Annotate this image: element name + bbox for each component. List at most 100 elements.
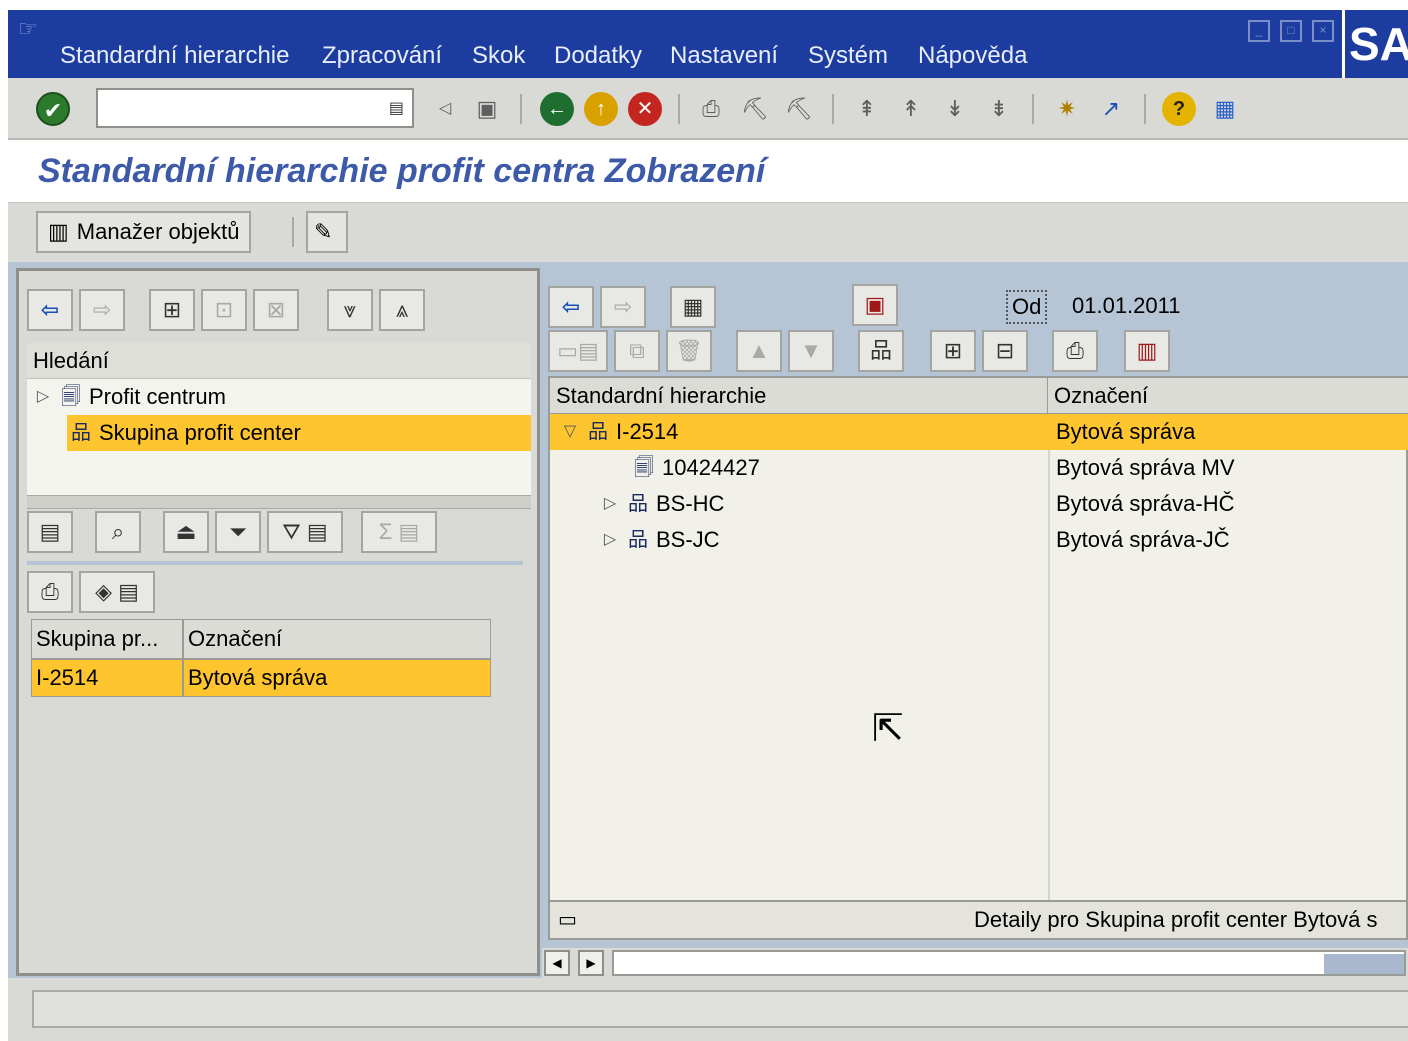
- enter-checkmark-icon[interactable]: ✔: [36, 92, 70, 126]
- column-header-hierarchy[interactable]: Standardní hierarchie: [550, 378, 1048, 414]
- object-navigator-panel: ⇦ ⇨ ⊞ ⊡ ⊠ ⩔ ⩓ Hledání ▷ 🗐 Profit centrum…: [16, 268, 540, 976]
- window-menu-icon[interactable]: ☞: [18, 18, 46, 40]
- last-page-icon[interactable]: ⇟: [982, 92, 1016, 126]
- pencil-glasses-icon: ✎: [314, 219, 333, 244]
- column-header-description[interactable]: Označení: [183, 619, 491, 659]
- close-window-icon[interactable]: ×: [1312, 20, 1334, 42]
- command-field[interactable]: ▤: [96, 88, 414, 128]
- command-history-icon[interactable]: ▤: [389, 98, 404, 118]
- panel-splitter[interactable]: [27, 495, 531, 509]
- expand-triangle-icon[interactable]: ▷: [600, 522, 620, 558]
- scroll-thumb[interactable]: [1324, 954, 1404, 974]
- sort-descending-icon[interactable]: ⏷: [215, 511, 261, 553]
- tree-row-i-2514[interactable]: ▽ 品 I-2514 Bytová správa: [550, 414, 1408, 450]
- tree-row-bs-hc[interactable]: ▷ 品 BS-HC Bytová správa-HČ: [550, 486, 1408, 522]
- next-page-icon[interactable]: ↡: [938, 92, 972, 126]
- collapse-all-icon[interactable]: ⩓: [379, 289, 425, 331]
- back-arrow-icon[interactable]: ⇦: [27, 289, 73, 331]
- insert-node-icon[interactable]: ⊞: [930, 330, 976, 372]
- forward-arrow-icon[interactable]: ⇨: [79, 289, 125, 331]
- details-icon[interactable]: ▤: [27, 511, 73, 553]
- print-icon[interactable]: ⎙: [694, 92, 728, 126]
- menu-system[interactable]: Systém: [808, 42, 888, 70]
- hierarchy-tree: Standardní hierarchie Označení ▽ 品 I-251…: [548, 376, 1408, 906]
- display-change-button[interactable]: ✎: [306, 211, 348, 253]
- hierarchy-structure-icon[interactable]: 品: [858, 330, 904, 372]
- zoom-search-icon[interactable]: ⌕: [95, 511, 141, 553]
- copy-icon[interactable]: ⧉: [614, 330, 660, 372]
- remove-node-icon[interactable]: ⊟: [982, 330, 1028, 372]
- expand-triangle-icon[interactable]: ▷: [600, 486, 620, 522]
- help-icon[interactable]: ?: [1162, 92, 1196, 126]
- date-from-label: Od: [1006, 290, 1048, 324]
- create-dropdown-icon[interactable]: ▭▤: [548, 330, 608, 372]
- move-down-icon[interactable]: ▼: [788, 330, 834, 372]
- table-cell-description[interactable]: Bytová správa: [183, 659, 491, 697]
- horizontal-scrollbar[interactable]: ◀ ▶: [542, 948, 1408, 978]
- print-list-icon[interactable]: ⎙: [27, 571, 73, 613]
- shortcut-icon[interactable]: ↗: [1094, 92, 1128, 126]
- save-icon[interactable]: ▣: [470, 92, 504, 126]
- sum-dropdown-icon[interactable]: Σ ▤: [361, 511, 437, 553]
- column-header-description[interactable]: Označení: [1048, 378, 1408, 414]
- customize-layout-icon[interactable]: ▦: [1208, 92, 1242, 126]
- minimize-icon[interactable]: _: [1248, 20, 1270, 42]
- menu-goto[interactable]: Skok: [472, 42, 525, 70]
- hierarchy-group-icon: 品: [628, 529, 648, 551]
- column-config-icon[interactable]: ▥: [1124, 330, 1170, 372]
- detail-toggle-icon[interactable]: ▭: [558, 902, 577, 938]
- cancel-icon[interactable]: ✕: [628, 92, 662, 126]
- column-header-group[interactable]: Skupina pr...: [31, 619, 183, 659]
- scroll-left-icon[interactable]: ◀: [544, 950, 570, 976]
- standard-toolbar: ✔ ▤ ◁ ▣ ← ↑ ✕ ⎙ ⛏ ⛏ ⇞ ↟ ↡ ⇟ ✷ ↗ ? ▦: [8, 78, 1408, 140]
- forward-arrow-icon[interactable]: ⇨: [600, 286, 646, 328]
- hierarchy-group-icon: 品: [628, 493, 648, 515]
- find-icon[interactable]: ⛏: [738, 92, 772, 126]
- back-icon[interactable]: ←: [540, 92, 574, 126]
- menu-edit[interactable]: Zpracování: [322, 42, 442, 70]
- print-hierarchy-icon[interactable]: ⎙: [1052, 330, 1098, 372]
- export-dropdown-icon[interactable]: ◈ ▤: [79, 571, 155, 613]
- detail-text: Detaily pro Skupina profit center Bytová…: [974, 907, 1378, 932]
- tree-row-bs-jc[interactable]: ▷ 品 BS-JC Bytová správa-JČ: [550, 522, 1408, 558]
- deselect-icon[interactable]: ⊡: [201, 289, 247, 331]
- menu-standard-hierarchy[interactable]: Standardní hierarchie: [60, 42, 289, 70]
- collapse-triangle-icon[interactable]: ▽: [560, 414, 580, 450]
- move-up-icon[interactable]: ▲: [736, 330, 782, 372]
- node-name: I-2514: [616, 419, 679, 444]
- tree-row-10424427[interactable]: 🗐 10424427 Bytová správa MV: [550, 450, 1408, 486]
- search-header: Hledání: [27, 343, 531, 379]
- menu-help[interactable]: Nápověda: [918, 42, 1027, 70]
- first-page-icon[interactable]: ⇞: [850, 92, 884, 126]
- previous-page-icon[interactable]: ↟: [894, 92, 928, 126]
- menu-extras[interactable]: Dodatky: [554, 42, 642, 70]
- delete-icon[interactable]: 🗑: [666, 330, 712, 372]
- sort-ascending-icon[interactable]: ⏏: [163, 511, 209, 553]
- select-all-icon[interactable]: ⊞: [149, 289, 195, 331]
- table-cell-group[interactable]: I-2514: [31, 659, 183, 697]
- list-view-icon[interactable]: ▦: [670, 286, 716, 328]
- sap-logo: SA: [1342, 10, 1408, 78]
- scroll-right-icon[interactable]: ▶: [578, 950, 604, 976]
- scroll-track[interactable]: [612, 950, 1406, 976]
- menu-bar: ☞ Standardní hierarchie Zpracování Skok …: [8, 10, 1348, 78]
- filter-dropdown-icon[interactable]: ⛛ ▤: [267, 511, 343, 553]
- collapse-command-icon[interactable]: ◁: [428, 92, 462, 126]
- new-session-icon[interactable]: ✷: [1050, 92, 1084, 126]
- profit-center-icon: 🗐: [61, 386, 81, 408]
- expand-all-icon[interactable]: ⩔: [327, 289, 373, 331]
- copy-node-icon[interactable]: ⊠: [253, 289, 299, 331]
- menu-settings[interactable]: Nastavení: [670, 42, 778, 70]
- tree-node-profit-center-group[interactable]: 品 Skupina profit center: [67, 415, 531, 451]
- title-bar: Standardní hierarchie profit centra Zobr…: [8, 140, 1408, 202]
- maximize-icon[interactable]: □: [1280, 20, 1302, 42]
- object-manager-button[interactable]: ▥ Manažer objektů: [36, 211, 252, 253]
- node-name: BS-HC: [656, 491, 725, 516]
- expand-triangle-icon[interactable]: ▷: [33, 379, 53, 415]
- back-arrow-icon[interactable]: ⇦: [548, 286, 594, 328]
- detail-bar: ▭ Detaily pro Skupina profit center Byto…: [548, 900, 1408, 940]
- exit-icon[interactable]: ↑: [584, 92, 618, 126]
- tree-node-profit-center[interactable]: ▷ 🗐 Profit centrum: [27, 379, 531, 415]
- find-next-icon[interactable]: ⛏: [782, 92, 816, 126]
- calendar-icon[interactable]: ▣: [852, 284, 898, 326]
